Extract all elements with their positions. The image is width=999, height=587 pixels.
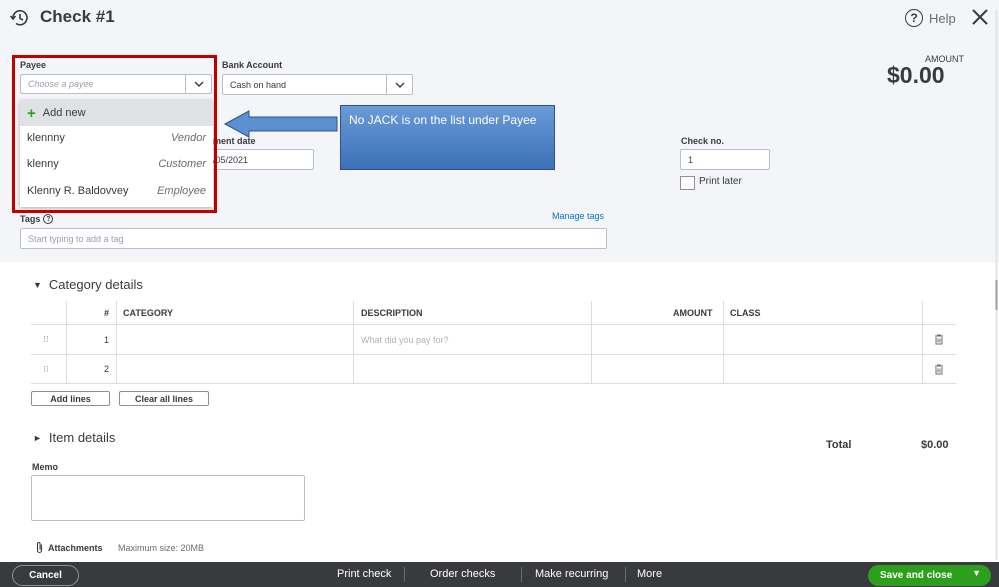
footer-bar: Cancel Print check Order checks Make rec… [0, 562, 999, 587]
column-divider [66, 301, 67, 324]
save-and-close-label: Save and close [880, 570, 953, 581]
column-divider [116, 301, 117, 324]
table-row[interactable]: ⁝⁝ 1 What did you pay for? [31, 325, 956, 355]
bank-account-label: Bank Account [222, 60, 283, 70]
print-check-link[interactable]: Print check [337, 568, 391, 580]
trash-icon[interactable] [934, 355, 944, 383]
column-divider [66, 355, 67, 383]
item-details-title: Item details [48, 430, 116, 445]
column-divider [591, 301, 592, 324]
more-menu-link[interactable]: More [637, 568, 662, 580]
tags-placeholder: Start typing to add a tag [28, 233, 124, 244]
check-no-input[interactable]: 1 [680, 149, 770, 170]
save-and-close-button[interactable]: Save and close ▼ [868, 565, 991, 586]
chevron-down-icon[interactable]: ▼ [972, 568, 981, 578]
column-header-category: CATEGORY [123, 307, 174, 318]
history-icon[interactable] [9, 8, 31, 28]
memo-label: Memo [32, 462, 59, 472]
column-divider [116, 355, 117, 383]
clear-all-lines-button[interactable]: Clear all lines [119, 391, 209, 406]
help-icon: ? [905, 9, 923, 27]
total-label: Total [826, 439, 852, 451]
help-button[interactable]: ? Help [905, 9, 956, 27]
column-header-class: CLASS [730, 307, 761, 318]
print-later-label: Print later [699, 176, 742, 187]
category-details-toggle[interactable]: ▼ Category details [33, 277, 143, 292]
column-divider [723, 325, 724, 354]
column-divider [116, 325, 117, 354]
annotation-highlight-frame [12, 55, 217, 213]
bank-account-value: Cash on hand [230, 79, 287, 90]
row-number: 1 [104, 334, 110, 345]
memo-textarea[interactable] [31, 475, 305, 521]
annotation-arrow [223, 110, 338, 138]
column-divider [922, 325, 923, 354]
add-lines-button[interactable]: Add lines [31, 391, 110, 406]
column-divider [353, 325, 354, 354]
column-divider [66, 325, 67, 354]
footer-divider [625, 567, 626, 582]
column-header-description: DESCRIPTION [361, 307, 423, 318]
cancel-button[interactable]: Cancel [12, 565, 79, 586]
column-divider [353, 301, 354, 324]
check-no-label: Check no. [681, 136, 725, 146]
expand-triangle-icon: ► [33, 432, 42, 443]
payment-date-value: /05/2021 [213, 154, 249, 165]
column-divider [591, 355, 592, 383]
tags-label: Tags [20, 214, 41, 224]
column-divider [353, 355, 354, 383]
order-checks-link[interactable]: Order checks [430, 568, 495, 580]
bank-account-select[interactable]: Cash on hand [222, 74, 413, 95]
attachments-button[interactable]: Attachments [35, 541, 103, 554]
paperclip-icon [36, 542, 43, 554]
make-recurring-link[interactable]: Make recurring [535, 568, 608, 580]
footer-divider [404, 567, 405, 582]
category-details-title: Category details [48, 277, 143, 292]
help-label: Help [929, 10, 956, 26]
tags-input[interactable]: Start typing to add a tag [20, 228, 607, 249]
attachments-max-size: Maximum size: 20MB [118, 543, 205, 553]
trash-icon[interactable] [934, 325, 944, 354]
close-icon[interactable] [970, 7, 990, 27]
attachments-label: Attachments [48, 542, 103, 553]
check-no-value: 1 [688, 154, 694, 165]
table-row[interactable]: ⁝⁝ 2 [31, 355, 956, 384]
drag-handle-icon[interactable]: ⁝⁝ [43, 325, 49, 354]
column-divider [723, 355, 724, 383]
collapse-triangle-icon: ▼ [33, 279, 42, 290]
title-bar: Check #1 ? Help [0, 0, 999, 36]
column-header-number: # [104, 307, 110, 318]
row-number: 2 [104, 364, 110, 374]
description-placeholder[interactable]: What did you pay for? [361, 325, 449, 354]
column-divider [922, 301, 923, 324]
total-value: $0.00 [921, 439, 949, 451]
footer-divider [521, 567, 522, 582]
print-later-checkbox[interactable] [680, 176, 695, 190]
chevron-down-icon[interactable] [386, 75, 412, 94]
manage-tags-link[interactable]: Manage tags [552, 211, 604, 221]
column-header-amount: AMOUNT [673, 307, 713, 318]
tags-label-group: Tags ? [20, 214, 54, 224]
drag-handle-icon[interactable]: ⁝⁝ [43, 355, 49, 383]
column-divider [723, 301, 724, 324]
payment-date-input[interactable]: /05/2021 [205, 149, 314, 170]
info-icon[interactable]: ? [43, 214, 54, 224]
annotation-callout: No JACK is on the list under Payee [340, 105, 555, 170]
column-divider [922, 355, 923, 383]
amount-value: $0.00 [887, 62, 945, 88]
scrollbar[interactable] [994, 10, 999, 560]
column-divider [591, 325, 592, 354]
table-header-row: # CATEGORY DESCRIPTION AMOUNT CLASS [31, 301, 956, 325]
item-details-toggle[interactable]: ► Item details [33, 430, 115, 445]
page-title: Check #1 [40, 7, 115, 26]
